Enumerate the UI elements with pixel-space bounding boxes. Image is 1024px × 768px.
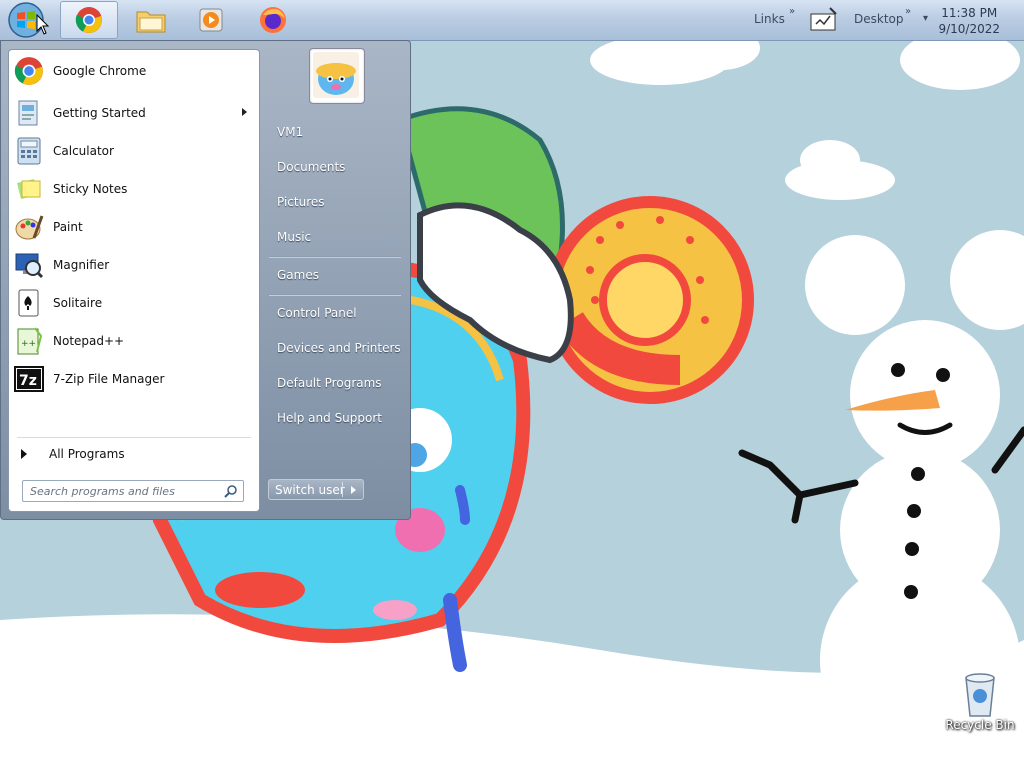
program-solitaire[interactable]: Solitaire — [13, 286, 255, 320]
magnifier-icon — [13, 249, 45, 281]
start-right-item-label: VM1 — [277, 125, 304, 139]
start-right-item-games[interactable]: Games — [269, 260, 403, 290]
seven-zip-icon: 7z — [13, 363, 45, 395]
recycle-bin-icon — [965, 673, 995, 717]
start-right-item-devices-and-printers[interactable]: Devices and Printers — [269, 333, 403, 363]
firefox-icon — [260, 7, 286, 33]
start-menu: Google Chrome Getting Started Calculator… — [0, 40, 411, 520]
chrome-icon — [75, 7, 102, 33]
program-sticky-notes[interactable]: Sticky Notes — [13, 172, 255, 206]
tablet-input-icon[interactable] — [808, 6, 840, 34]
notepad-plus-plus-icon: ++ — [13, 325, 45, 357]
program-label: Calculator — [53, 144, 114, 158]
paint-icon — [13, 211, 45, 243]
chevron-down-icon[interactable]: ▾ — [923, 13, 928, 24]
triangle-right-icon — [21, 449, 27, 459]
program-label: Getting Started — [53, 106, 146, 120]
program-label: Sticky Notes — [53, 182, 128, 196]
program-label: Notepad++ — [53, 334, 125, 348]
taskbar: Links » Desktop » ▾ 11:38 PM 9/10/2022 — [0, 0, 1024, 41]
taskbar-firefox-button[interactable] — [244, 1, 302, 39]
recycle-bin-label: Recycle Bin — [945, 718, 1015, 732]
desktop-toolbar-label[interactable]: Desktop — [854, 12, 904, 26]
chrome-icon — [13, 55, 45, 87]
right-pane-divider — [269, 256, 401, 258]
search-icon[interactable] — [224, 484, 238, 498]
start-right-item-label: Devices and Printers — [277, 341, 401, 355]
program-getting-started[interactable]: Getting Started — [13, 96, 255, 130]
clock-date: 9/10/2022 — [938, 22, 1000, 36]
folder-icon — [136, 11, 166, 33]
all-programs-button[interactable]: All Programs — [17, 442, 253, 466]
switch-user-button[interactable]: Switch user — [268, 479, 364, 500]
links-toolbar-label[interactable]: Links — [754, 12, 785, 26]
start-right-item-help-and-support[interactable]: Help and Support — [269, 403, 403, 433]
media-player-icon — [199, 8, 223, 32]
mouse-cursor-icon — [36, 14, 50, 35]
programs-divider — [17, 437, 251, 438]
taskbar-media-player-button[interactable] — [182, 1, 240, 39]
calculator-icon — [13, 135, 45, 167]
start-right-item-vm1[interactable]: VM1 — [269, 117, 403, 147]
button-divider — [342, 482, 343, 497]
recycle-bin[interactable]: Recycle Bin — [940, 670, 1020, 740]
taskbar-explorer-button[interactable] — [122, 1, 180, 39]
svg-text:7z: 7z — [19, 373, 37, 389]
start-right-item-label: Help and Support — [277, 411, 382, 425]
start-right-item-documents[interactable]: Documents — [269, 152, 403, 182]
search-placeholder: Search programs and files — [30, 485, 175, 498]
avatar — [313, 52, 359, 98]
start-right-item-label: Pictures — [277, 195, 325, 209]
start-right-item-label: Documents — [277, 160, 346, 174]
start-right-item-control-panel[interactable]: Control Panel — [269, 298, 403, 328]
program-label: Solitaire — [53, 296, 103, 310]
taskbar-chrome-button[interactable] — [60, 1, 118, 39]
start-right-item-label: Music — [277, 230, 312, 244]
right-pane-divider — [269, 294, 401, 296]
program-paint[interactable]: Paint — [13, 210, 255, 244]
program-google-chrome[interactable]: Google Chrome — [13, 54, 255, 88]
links-chevron-icon[interactable]: » — [789, 6, 795, 17]
svg-text:++: ++ — [21, 339, 36, 349]
program-label: Magnifier — [53, 258, 110, 272]
start-right-item-default-programs[interactable]: Default Programs — [269, 368, 403, 398]
program-notepad-plus-plus[interactable]: ++ Notepad++ — [13, 324, 255, 358]
submenu-arrow-icon — [242, 108, 247, 116]
start-right-item-label: Control Panel — [277, 306, 357, 320]
desktop-chevron-icon[interactable]: » — [905, 6, 911, 17]
program-calculator[interactable]: Calculator — [13, 134, 255, 168]
sticky-notes-icon — [13, 173, 45, 205]
program-magnifier[interactable]: Magnifier — [13, 248, 255, 282]
solitaire-icon — [13, 287, 45, 319]
start-right-item-label: Default Programs — [277, 376, 382, 390]
clock-time: 11:38 PM — [941, 6, 998, 20]
triangle-right-icon[interactable] — [351, 486, 356, 494]
getting-started-icon — [13, 97, 45, 129]
user-account-picture[interactable] — [309, 48, 365, 104]
program-label: Google Chrome — [53, 64, 147, 78]
start-right-item-pictures[interactable]: Pictures — [269, 187, 403, 217]
switch-user-label: Switch user — [275, 483, 345, 497]
system-clock[interactable]: 11:38 PM 9/10/2022 — [938, 5, 1000, 37]
program-7zip[interactable]: 7z 7-Zip File Manager — [13, 362, 255, 396]
all-programs-label: All Programs — [49, 447, 125, 461]
program-label: 7-Zip File Manager — [53, 372, 165, 386]
start-right-item-music[interactable]: Music — [269, 222, 403, 252]
program-label: Paint — [53, 220, 83, 234]
start-menu-programs-pane: Google Chrome Getting Started Calculator… — [8, 49, 260, 512]
start-search-input[interactable]: Search programs and files — [22, 480, 244, 502]
start-right-item-label: Games — [277, 268, 319, 282]
